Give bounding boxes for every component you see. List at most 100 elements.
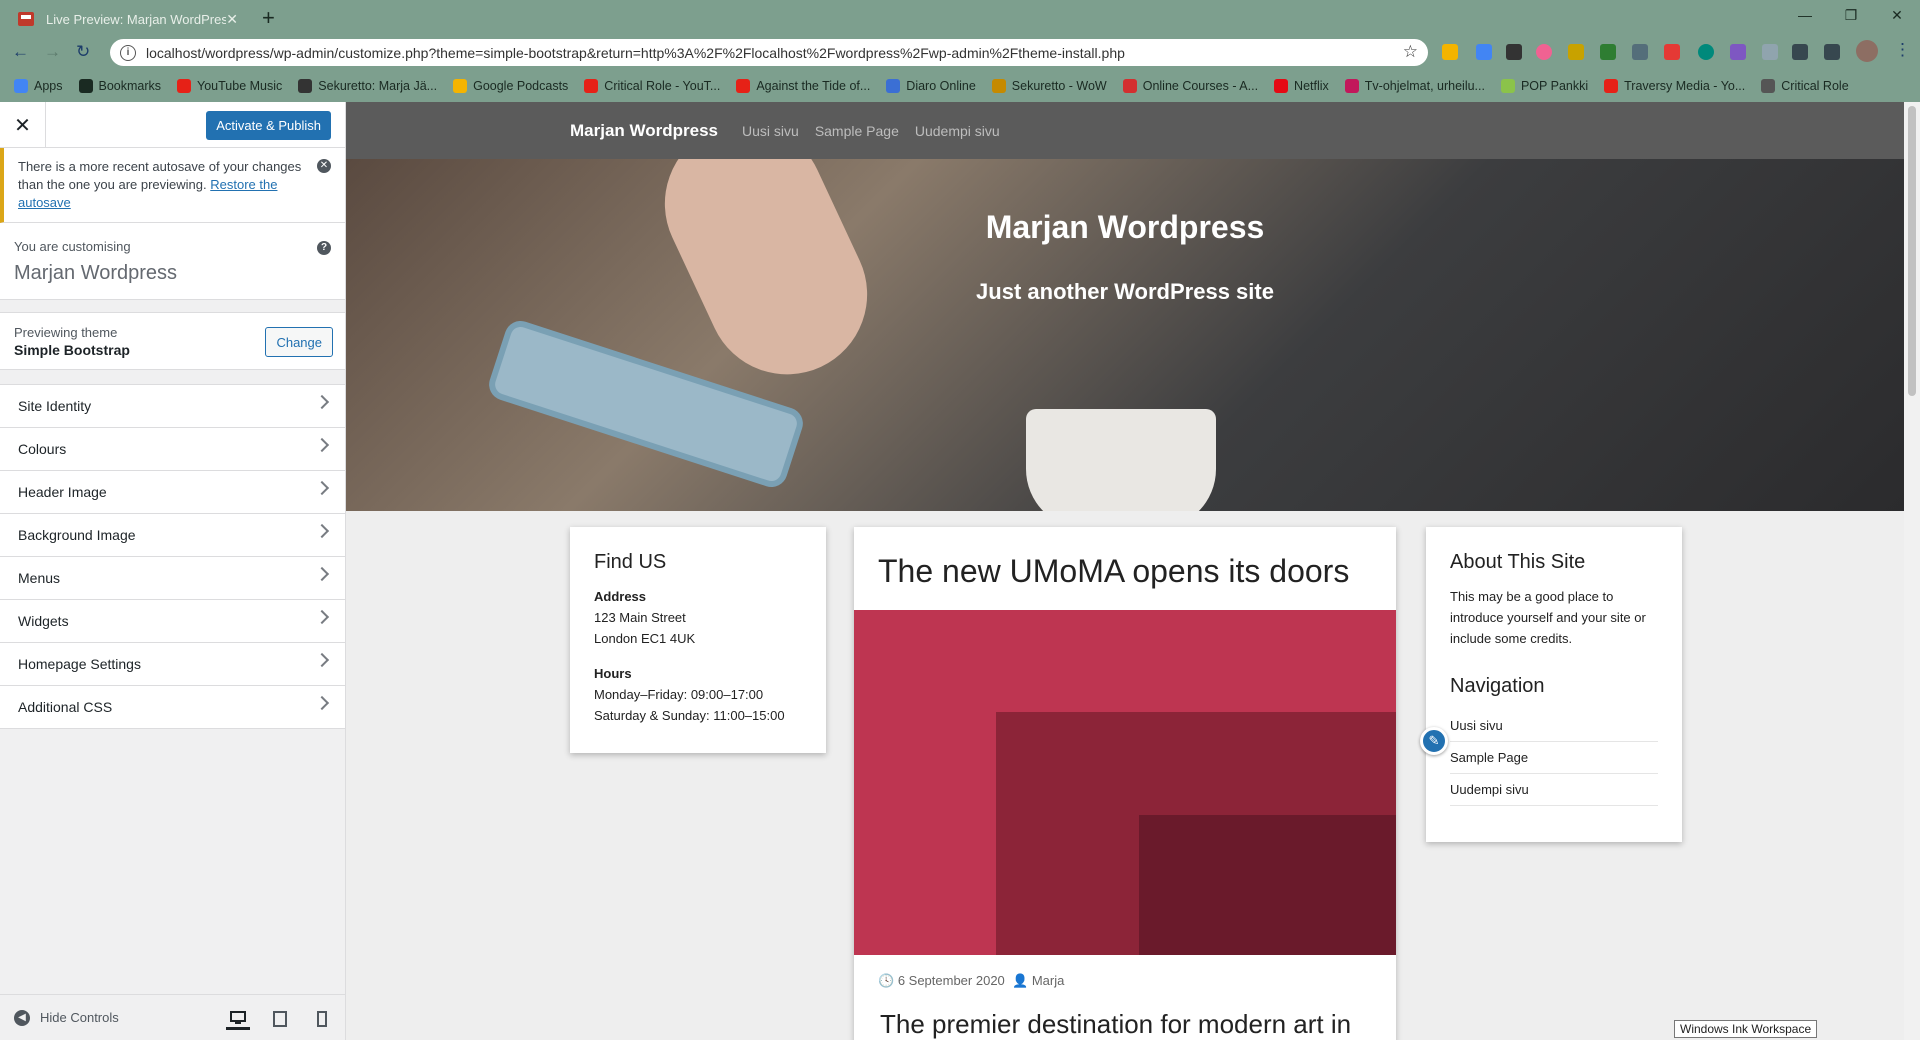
bookmark-item[interactable]: Tv-ohjelmat, urheilu...	[1344, 79, 1485, 93]
puzzle-icon[interactable]	[1792, 44, 1808, 60]
nav-link-uudempi-sivu[interactable]: Uudempi sivu	[915, 123, 1000, 139]
address-bar[interactable]: i localhost/wordpress/wp-admin/customize…	[110, 39, 1428, 66]
nav-widget-item[interactable]: Sample Page	[1450, 742, 1658, 774]
bookmark-item[interactable]: Apps	[14, 79, 63, 93]
bookmark-favicon-icon	[177, 79, 192, 93]
customizer-section-colours[interactable]: Colours	[0, 428, 345, 471]
post-subtitle: The premier destination for modern art i…	[880, 1009, 1352, 1039]
restore-icon[interactable]: ❐	[1828, 0, 1874, 30]
extension-icon[interactable]	[1632, 44, 1648, 60]
customizer-section-menus[interactable]: Menus	[0, 557, 345, 600]
bookmark-item[interactable]: Sekuretto: Marja Jä...	[298, 79, 437, 93]
post-date[interactable]: 6 September 2020	[898, 973, 1005, 988]
extension-icon[interactable]	[1698, 44, 1714, 60]
reading-list-icon[interactable]	[1824, 44, 1840, 60]
bookmark-label: POP Pankki	[1520, 79, 1589, 93]
extension-icon[interactable]	[1536, 44, 1552, 60]
bookmark-label: Google Podcasts	[473, 79, 569, 93]
edit-shortcut-pencil-icon[interactable]: ✎	[1420, 727, 1448, 755]
widget-title: About This Site	[1450, 551, 1586, 573]
post-author[interactable]: Marja	[1032, 973, 1065, 988]
window-close-icon[interactable]: ✕	[1874, 0, 1920, 30]
bookmark-item[interactable]: Bookmarks	[78, 79, 162, 93]
customizer-section-additional-css[interactable]: Additional CSS	[0, 686, 345, 729]
tab-bar: Live Preview: Marjan WordPress ✕ + — ❐ ✕	[0, 0, 1920, 34]
bookmark-label: Bookmarks	[98, 79, 162, 93]
extension-icon[interactable]	[1506, 44, 1522, 60]
change-theme-button[interactable]: Change	[265, 327, 333, 357]
browser-tab[interactable]: Live Preview: Marjan WordPress ✕	[8, 4, 248, 34]
bookmark-favicon-icon	[78, 79, 93, 93]
checkmark-extension-icon[interactable]	[1600, 44, 1616, 60]
wordpress-favicon-icon	[18, 12, 34, 26]
extension-icon[interactable]	[1664, 44, 1680, 60]
bookmark-item[interactable]: Online Courses - A...	[1122, 79, 1258, 93]
nav-link-uusi-sivu[interactable]: Uusi sivu	[742, 123, 799, 139]
bookmark-favicon-icon	[991, 79, 1006, 93]
bookmark-label: Critical Role - YouT...	[604, 79, 721, 93]
new-tab-icon[interactable]: +	[262, 5, 275, 31]
section-label: Background Image	[18, 527, 136, 543]
avatar[interactable]	[1856, 40, 1878, 62]
customizer-section-header-image[interactable]: Header Image	[0, 471, 345, 514]
bookmark-label: Tv-ohjelmat, urheilu...	[1364, 79, 1485, 93]
nav-widget-item[interactable]: Uudempi sivu	[1450, 774, 1658, 806]
nav-link-sample-page[interactable]: Sample Page	[815, 123, 899, 139]
collapse-icon[interactable]: ◀	[14, 1009, 30, 1026]
site-brand[interactable]: Marjan Wordpress	[570, 121, 718, 141]
bookmark-item[interactable]: Traversy Media - Yo...	[1604, 79, 1745, 93]
bookmark-favicon-icon	[1761, 79, 1776, 93]
help-icon[interactable]: ?	[317, 241, 331, 255]
bookmark-item[interactable]: Netflix	[1274, 79, 1329, 93]
bookmark-item[interactable]: Critical Role	[1761, 79, 1849, 93]
bookmark-item[interactable]: Sekuretto - WoW	[991, 79, 1107, 93]
nav-widget-item[interactable]: Uusi sivu	[1450, 710, 1658, 742]
scrollbar-thumb[interactable]	[1908, 106, 1916, 396]
bookmark-item[interactable]: Google Podcasts	[453, 79, 568, 93]
coffee-cup-shape	[1026, 409, 1216, 511]
bookmark-favicon-icon	[1344, 79, 1359, 93]
chevron-right-icon	[314, 523, 330, 539]
activate-publish-button[interactable]: Activate & Publish	[206, 111, 331, 140]
info-icon[interactable]: i	[120, 44, 136, 61]
menu-icon[interactable]: ⋮	[1894, 40, 1911, 60]
bookmark-star-icon[interactable]: ☆	[1403, 42, 1418, 62]
back-icon[interactable]: ←	[12, 42, 29, 62]
hours-label: Hours	[594, 666, 632, 681]
section-label: Menus	[18, 570, 61, 586]
bookmark-favicon-icon	[453, 79, 468, 93]
bookmark-item[interactable]: POP Pankki	[1500, 79, 1589, 93]
tablet-preview-icon[interactable]	[268, 1008, 292, 1030]
onenote-icon[interactable]	[1730, 44, 1746, 60]
minimize-icon[interactable]: —	[1782, 0, 1828, 30]
customizer-section-widgets[interactable]: Widgets	[0, 600, 345, 643]
site-name: Marjan Wordpress	[14, 262, 178, 284]
desktop-preview-icon[interactable]	[226, 1008, 250, 1030]
extension-icon[interactable]	[1762, 44, 1778, 60]
bookmark-label: Sekuretto - WoW	[1011, 79, 1107, 93]
reload-icon[interactable]: ↻	[76, 42, 90, 62]
extension-icon[interactable]	[1568, 44, 1584, 60]
extension-icon[interactable]	[1442, 44, 1458, 60]
bookmark-item[interactable]: YouTube Music	[177, 79, 282, 93]
close-icon[interactable]: ✕	[0, 102, 46, 148]
hide-controls-button[interactable]: Hide Controls	[40, 1010, 119, 1025]
preview-scrollbar[interactable]	[1904, 102, 1920, 1040]
bookmark-item[interactable]: Diaro Online	[886, 79, 976, 93]
bookmarks-bar: Apps Bookmarks YouTube Music Sekuretto: Mar…	[0, 70, 1920, 102]
customizer-section-homepage-settings[interactable]: Homepage Settings	[0, 643, 345, 686]
dismiss-icon[interactable]: ✕	[317, 159, 331, 173]
address-line: 123 Main Street	[594, 610, 686, 625]
mobile-preview-icon[interactable]	[310, 1008, 334, 1030]
forward-icon[interactable]: →	[44, 42, 61, 62]
bookmark-item[interactable]: Against the Tide of...	[736, 79, 870, 93]
customizer-section-background-image[interactable]: Background Image	[0, 514, 345, 557]
bookmark-item[interactable]: Critical Role - YouT...	[584, 79, 720, 93]
post-featured-image[interactable]	[854, 610, 1396, 955]
tooltip: Windows Ink Workspace	[1674, 1020, 1818, 1038]
extension-icon[interactable]	[1476, 44, 1492, 60]
close-tab-icon[interactable]: ✕	[226, 11, 238, 28]
customizer-header: ✕ Activate & Publish	[0, 102, 345, 148]
post-title[interactable]: The new UMoMA opens its doors	[854, 527, 1396, 610]
customizer-section-site-identity[interactable]: Site Identity	[0, 385, 345, 428]
